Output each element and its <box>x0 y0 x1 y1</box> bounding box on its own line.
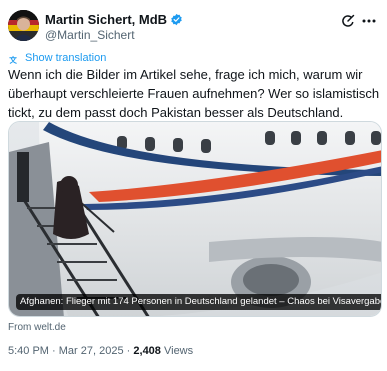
more-icon[interactable] <box>361 14 377 28</box>
verified-badge-icon <box>170 13 183 26</box>
translate-icon <box>8 53 19 64</box>
meta-separator-2: · <box>126 345 131 357</box>
name-row: Martin Sichert, MdB <box>45 12 183 27</box>
translate-row[interactable]: Show translation <box>8 52 106 64</box>
tweet-time[interactable]: 5:40 PM <box>8 345 49 357</box>
display-name[interactable]: Martin Sichert, MdB <box>45 12 167 27</box>
views-label: Views <box>163 345 194 357</box>
tweet-meta: 5:40 PM · Mar 27, 2025 · 2,408 Views <box>8 345 193 357</box>
handle[interactable]: @Martin_Sichert <box>45 28 135 42</box>
grok-icon[interactable] <box>341 14 355 28</box>
show-translation-link[interactable]: Show translation <box>25 52 106 64</box>
link-source[interactable]: From welt.de <box>8 322 66 333</box>
tweet-header: Martin Sichert, MdB @Martin_Sichert <box>8 10 379 42</box>
link-card[interactable]: Afghanen: Flieger mit 174 Personen in De… <box>8 121 382 317</box>
meta-separator: · <box>52 345 56 357</box>
link-card-caption[interactable]: Afghanen: Flieger mit 174 Personen in De… <box>16 294 381 310</box>
article-image <box>9 122 381 316</box>
tweet-text: Wenn ich die Bilder im Artikel sehe, fra… <box>8 67 380 120</box>
tweet-date[interactable]: Mar 27, 2025 <box>59 345 124 357</box>
views-count: 2,408 <box>133 345 161 357</box>
avatar[interactable] <box>8 10 39 41</box>
